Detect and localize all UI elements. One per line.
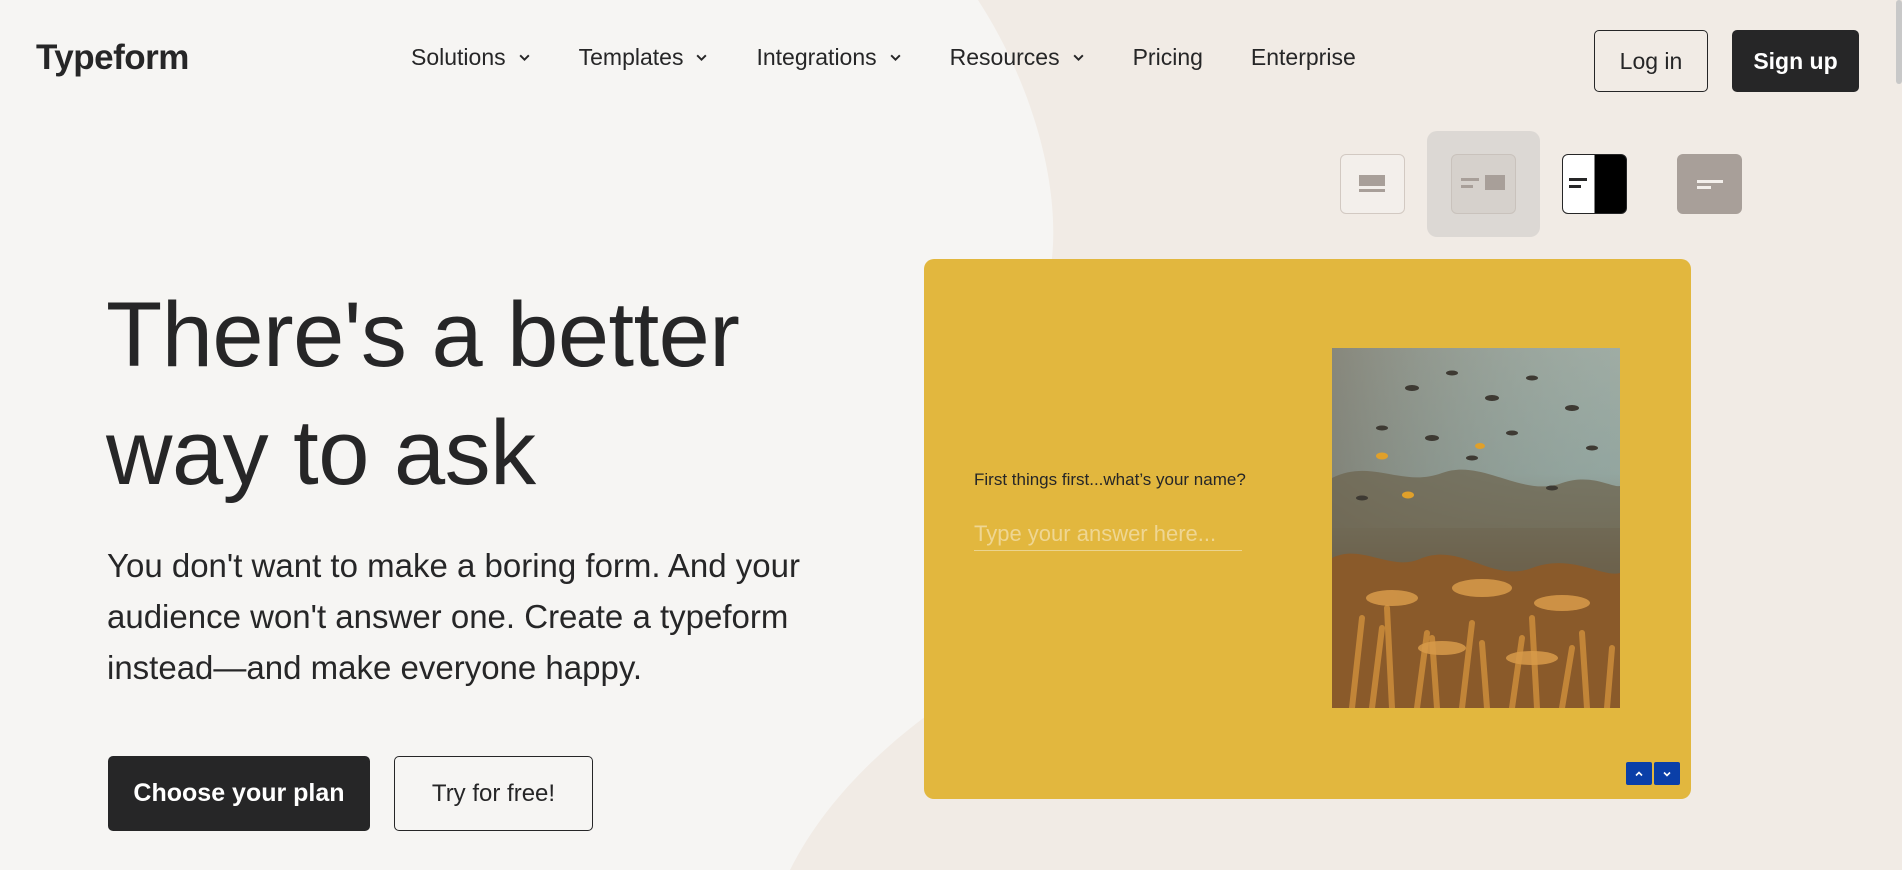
chevron-down-icon	[890, 54, 901, 62]
form-question: First things first...what’s your name?	[974, 470, 1246, 489]
nav-label: Resources	[949, 44, 1060, 70]
typeform-logo[interactable]: Typeform	[36, 38, 189, 78]
try-free-button[interactable]: Try for free!	[394, 756, 593, 831]
chevron-down-icon	[696, 54, 707, 62]
layout-stack-icon	[1340, 154, 1405, 214]
main-nav: Solutions Templates Integrations Resourc…	[411, 44, 1404, 71]
previous-question-button[interactable]	[1626, 762, 1652, 785]
chevron-up-icon	[1635, 770, 1643, 776]
signup-button[interactable]: Sign up	[1732, 30, 1859, 92]
chevron-down-icon	[1073, 54, 1084, 62]
nav-integrations[interactable]: Integrations	[756, 44, 901, 71]
nav-solutions[interactable]: Solutions	[411, 44, 531, 71]
nav-label: Solutions	[411, 44, 506, 70]
underwater-coral-image	[1332, 348, 1620, 708]
layout-option-minimal[interactable]	[1653, 131, 1766, 237]
layout-option-stack[interactable]	[1316, 131, 1429, 237]
chevron-down-icon	[1663, 771, 1671, 777]
layout-minimal-icon	[1677, 154, 1742, 214]
nav-label: Templates	[578, 44, 684, 70]
chevron-down-icon	[519, 54, 530, 62]
nav-enterprise[interactable]: Enterprise	[1251, 44, 1356, 71]
hero-subtitle: You don't want to make a boring form. An…	[107, 547, 800, 686]
login-button[interactable]: Log in	[1594, 30, 1708, 92]
nav-pricing[interactable]: Pricing	[1133, 44, 1203, 71]
nav-label: Pricing	[1132, 44, 1203, 70]
nav-resources[interactable]: Resources	[950, 44, 1085, 71]
layout-half-dark-icon	[1562, 154, 1627, 214]
next-question-button[interactable]	[1654, 762, 1680, 785]
nav-label: Integrations	[756, 44, 877, 70]
nav-label: Enterprise	[1250, 44, 1356, 70]
hero-title: There's a better way to ask	[106, 284, 740, 504]
layout-option-half-dark[interactable]	[1538, 131, 1651, 237]
layout-option-split[interactable]	[1427, 131, 1540, 237]
form-preview: First things first...what’s your name?	[924, 259, 1691, 799]
layout-split-icon	[1451, 154, 1516, 214]
scrollbar-thumb[interactable]	[1896, 0, 1902, 84]
nav-templates[interactable]: Templates	[579, 44, 709, 71]
question-navigation	[1626, 762, 1682, 785]
answer-input[interactable]	[974, 517, 1242, 551]
choose-plan-button[interactable]: Choose your plan	[108, 756, 370, 831]
